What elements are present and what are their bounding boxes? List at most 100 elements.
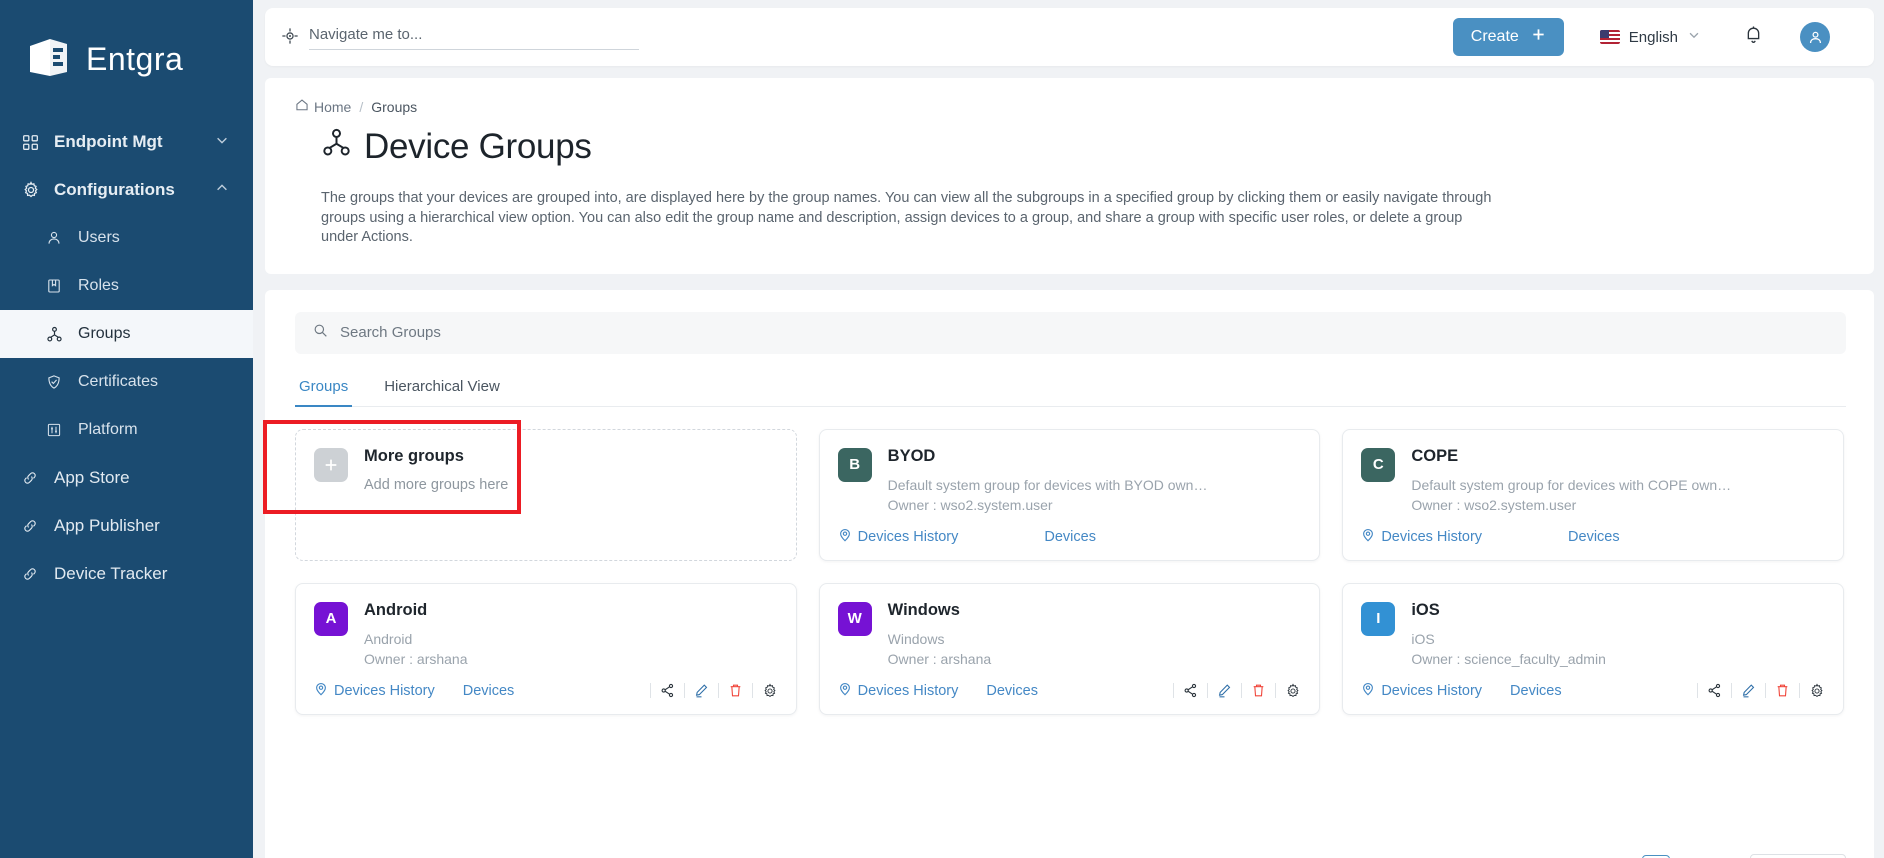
group-card-windows[interactable]: W Windows Windows Owner : arshana Device… (818, 582, 1321, 715)
devices-history-link[interactable]: Devices History (314, 682, 435, 700)
card-top: A Android Android Owner : arshana (314, 601, 778, 667)
group-card-byod[interactable]: B BYOD Default system group for devices … (818, 428, 1321, 561)
group-description: Windows (887, 631, 945, 647)
tab-groups[interactable]: Groups (295, 372, 353, 407)
location-pin-icon (1361, 682, 1375, 700)
card-actions: Devices History Devices (1361, 528, 1825, 546)
divider (1207, 683, 1209, 699)
devices-history-link[interactable]: Devices History (1361, 528, 1482, 546)
home-icon (295, 98, 309, 115)
user-avatar-icon[interactable] (1800, 22, 1830, 52)
page-header-card: Home / Groups Device Groups The groups t… (265, 78, 1874, 274)
link-icon (22, 566, 48, 582)
share-icon[interactable] (660, 683, 675, 698)
navigate-search-input[interactable] (309, 24, 639, 50)
sidebar-item-label: App Publisher (54, 516, 160, 535)
delete-icon[interactable] (728, 683, 743, 698)
edit-icon[interactable] (1741, 683, 1756, 698)
sidebar-group-endpoint-mgt[interactable]: Endpoint Mgt (0, 118, 253, 166)
sidebar-group-label: Configurations (54, 180, 175, 199)
divider (717, 683, 719, 699)
edit-icon[interactable] (1217, 683, 1232, 698)
add-card-title: More groups (364, 446, 464, 465)
gear-icon[interactable] (1285, 683, 1301, 699)
delete-icon[interactable] (1775, 683, 1790, 698)
create-button[interactable]: Create (1452, 18, 1564, 56)
language-selector[interactable]: English (1599, 28, 1701, 46)
devices-link[interactable]: Devices (463, 683, 515, 699)
edit-icon[interactable] (694, 683, 709, 698)
navigate-search-wrapper (265, 24, 1453, 50)
chevron-up-icon (215, 180, 231, 200)
card-actions: Devices History Devices (1361, 682, 1825, 700)
group-owner: Owner : arshana (887, 651, 992, 667)
entgra-logo-icon (26, 36, 72, 82)
sidebar-group-configurations[interactable]: Configurations (0, 166, 253, 214)
divider (1696, 683, 1698, 699)
search-groups-wrapper (295, 311, 1846, 354)
book-icon (46, 278, 70, 294)
devices-history-link[interactable]: Devices History (838, 682, 959, 700)
search-icon (313, 323, 328, 343)
group-name: COPE (1411, 446, 1459, 465)
group-description: Default system group for devices with BY… (887, 477, 1208, 493)
search-groups-input[interactable] (340, 324, 1828, 342)
card-top: C COPE Default system group for devices … (1361, 446, 1825, 513)
breadcrumb-home[interactable]: Home (295, 98, 351, 115)
sidebar-item-platform[interactable]: Platform (0, 406, 253, 454)
divider (1764, 683, 1766, 699)
share-icon[interactable] (1707, 683, 1722, 698)
group-card-cope[interactable]: C COPE Default system group for devices … (1342, 428, 1844, 561)
sidebar-item-roles[interactable]: Roles (0, 262, 253, 310)
us-flag-icon (1599, 30, 1620, 44)
sidebar-item-app-store[interactable]: App Store (0, 454, 253, 502)
card-text: COPE Default system group for devices wi… (1411, 446, 1731, 513)
create-button-label: Create (1470, 28, 1519, 45)
group-name: Windows (887, 600, 960, 619)
share-icon[interactable] (1183, 683, 1198, 698)
devices-history-link[interactable]: Devices History (838, 528, 958, 546)
tab-hierarchical-view[interactable]: Hierarchical View (380, 372, 504, 407)
top-bar-right: Create English (1452, 18, 1874, 56)
group-owner: Owner : wso2.system.user (1411, 497, 1577, 513)
chevron-down-icon (1687, 28, 1701, 46)
devices-history-label: Devices History (857, 682, 959, 699)
page-size-selector[interactable]: 5 / page (1749, 853, 1846, 858)
sidebar-item-certificates[interactable]: Certificates (0, 358, 253, 406)
divider (683, 683, 685, 699)
grid-icon (22, 134, 48, 151)
group-card-android[interactable]: A Android Android Owner : arshana Device… (295, 582, 797, 715)
group-description: Android (364, 631, 413, 647)
sidebar-item-label: Platform (78, 421, 138, 438)
group-card-ios[interactable]: I iOS iOS Owner : science_faculty_admin (1342, 582, 1844, 715)
card-top: B BYOD Default system group for devices … (837, 447, 1302, 513)
breadcrumb-current: Groups (371, 98, 418, 115)
devices-link[interactable]: Devices (1510, 683, 1562, 699)
card-text: iOS iOS Owner : science_faculty_admin (1411, 601, 1606, 667)
language-label: English (1628, 28, 1678, 46)
divider (649, 683, 651, 699)
group-description: iOS (1411, 631, 1435, 647)
sidebar-item-label: Roles (78, 277, 119, 294)
delete-icon[interactable] (1251, 683, 1266, 698)
sidebar-item-label: Certificates (78, 373, 159, 390)
sidebar-item-app-publisher[interactable]: App Publisher (0, 502, 253, 550)
brand[interactable]: Entgra (0, 0, 253, 92)
brand-name: Entgra (86, 40, 184, 77)
devices-link[interactable]: Devices (1568, 529, 1620, 545)
gear-icon[interactable] (762, 683, 778, 699)
card-text: BYOD Default system group for devices wi… (887, 447, 1208, 513)
devices-link[interactable]: Devices (986, 683, 1038, 699)
location-pin-icon (314, 682, 328, 700)
sidebar-item-users[interactable]: Users (0, 214, 253, 262)
add-more-groups-card[interactable]: More groups Add more groups here (295, 428, 797, 561)
devices-link[interactable]: Devices (1044, 529, 1096, 545)
group-owner: Owner : science_faculty_admin (1411, 651, 1606, 667)
sidebar-item-groups[interactable]: Groups (0, 310, 253, 358)
gear-icon[interactable] (1809, 683, 1825, 699)
add-card-text: More groups Add more groups here (364, 446, 508, 493)
devices-history-link[interactable]: Devices History (1361, 682, 1482, 700)
bell-icon[interactable] (1743, 24, 1764, 50)
sidebar-item-device-tracker[interactable]: Device Tracker (0, 550, 253, 598)
devices-history-label: Devices History (1381, 682, 1483, 699)
